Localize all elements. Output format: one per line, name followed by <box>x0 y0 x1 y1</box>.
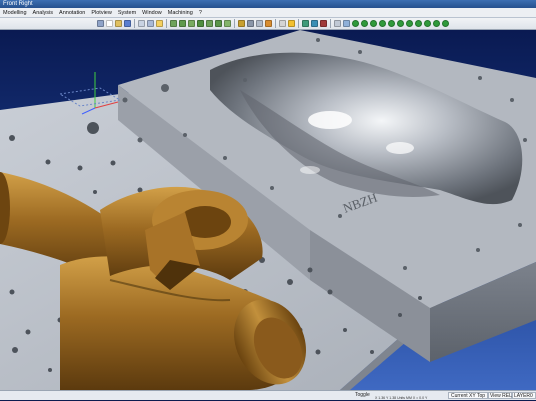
menu-system[interactable]: System <box>115 8 139 18</box>
window-title: Front Right <box>3 1 33 7</box>
green-ball-11-icon[interactable] <box>442 20 449 27</box>
cavity-highlight-2 <box>386 142 414 154</box>
status-toggle[interactable]: Toggle <box>355 391 370 400</box>
measure-icon[interactable] <box>343 20 350 27</box>
view-front-icon[interactable] <box>170 20 177 27</box>
green-ball-7-icon[interactable] <box>406 20 413 27</box>
menu-plotview[interactable]: Plotview <box>88 8 114 18</box>
rotate-icon[interactable] <box>147 20 154 27</box>
toolbar-separator <box>275 19 276 28</box>
view-iso-icon[interactable] <box>197 20 204 27</box>
orient-icon[interactable] <box>97 20 104 27</box>
status-units: Units MM <box>397 396 412 400</box>
status-extra: X = 0.0 Y <box>412 396 428 400</box>
scene-svg: NBZH <box>0 30 536 390</box>
toolbar-separator <box>134 19 135 28</box>
view-left-icon[interactable] <box>215 20 222 27</box>
view-right-icon[interactable] <box>206 20 213 27</box>
pick-icon[interactable] <box>334 20 341 27</box>
curve-icon[interactable] <box>302 20 309 27</box>
active-tool-icon[interactable] <box>156 20 163 27</box>
cavity-highlight-1 <box>308 111 352 129</box>
render-icon[interactable] <box>265 20 272 27</box>
shade-icon[interactable] <box>238 20 245 27</box>
3d-viewport[interactable]: NBZH <box>0 30 536 390</box>
green-ball-9-icon[interactable] <box>424 20 431 27</box>
green-ball-4-icon[interactable] <box>379 20 386 27</box>
toolbar-separator <box>298 19 299 28</box>
status-view-box[interactable]: View REL <box>488 392 512 399</box>
toolbar-separator <box>166 19 167 28</box>
view-side-icon[interactable] <box>188 20 195 27</box>
green-ball-1-icon[interactable] <box>352 20 359 27</box>
save-icon[interactable] <box>124 20 131 27</box>
status-plane-box[interactable]: Current XY Top <box>448 392 488 399</box>
layer-icon[interactable] <box>279 20 286 27</box>
cavity-highlight-3 <box>300 166 320 174</box>
highlight-icon[interactable] <box>288 20 295 27</box>
toolbar-separator <box>234 19 235 28</box>
green-ball-5-icon[interactable] <box>388 20 395 27</box>
view-back-icon[interactable] <box>224 20 231 27</box>
menu-annotation[interactable]: Annotation <box>56 8 88 18</box>
status-layer-box[interactable]: LAYER0 <box>512 392 536 399</box>
wireframe-icon[interactable] <box>247 20 254 27</box>
status-coords-hidden: X 1.36 Y 1.38 Units MM X = 0.0 Y <box>375 396 427 400</box>
green-ball-6-icon[interactable] <box>397 20 404 27</box>
menu-window[interactable]: Window <box>139 8 165 18</box>
view-top-icon[interactable] <box>179 20 186 27</box>
zoom-icon[interactable] <box>138 20 145 27</box>
menu-bar: Modelling Analysis Annotation Plotview S… <box>0 8 536 18</box>
toolbar <box>0 18 536 30</box>
open-icon[interactable] <box>115 20 122 27</box>
solid-icon[interactable] <box>320 20 327 27</box>
menu-modelling[interactable]: Modelling <box>0 8 30 18</box>
menu-analysis[interactable]: Analysis <box>30 8 56 18</box>
new-file-icon[interactable] <box>106 20 113 27</box>
toolbar-separator <box>330 19 331 28</box>
green-ball-2-icon[interactable] <box>361 20 368 27</box>
menu-help[interactable]: ? <box>196 8 205 18</box>
menu-machining[interactable]: Machining <box>165 8 196 18</box>
green-ball-10-icon[interactable] <box>433 20 440 27</box>
green-ball-3-icon[interactable] <box>370 20 377 27</box>
hidden-line-icon[interactable] <box>256 20 263 27</box>
status-bar: Toggle Current XY Top View REL LAYER0 <box>0 390 536 400</box>
status-coords: X 1.36 Y 1.38 <box>375 396 397 400</box>
green-ball-8-icon[interactable] <box>415 20 422 27</box>
surface-icon[interactable] <box>311 20 318 27</box>
